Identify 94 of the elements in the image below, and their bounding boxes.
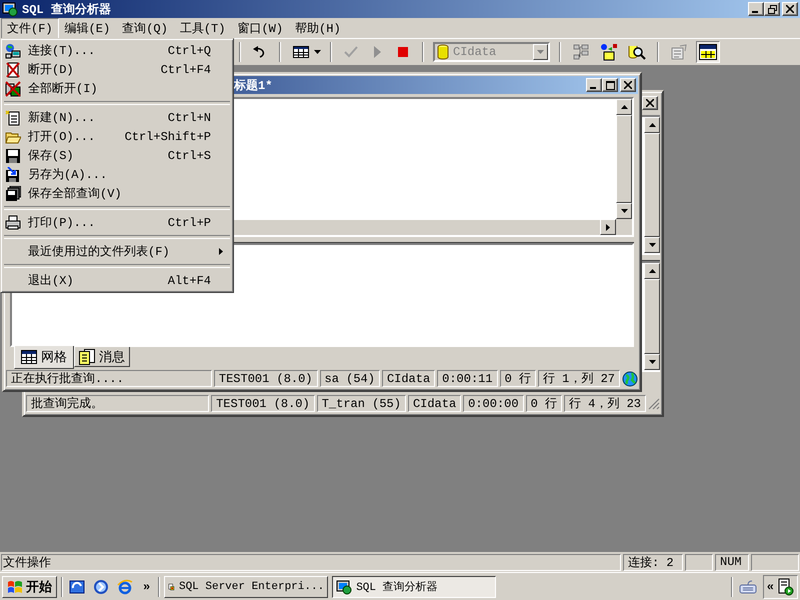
up-arrow-icon [648,123,656,127]
notes-icon [79,348,95,364]
menu-item[interactable]: 工具(T) [174,18,232,38]
status-field: 0 行 [526,395,562,412]
desktop-icon[interactable] [69,578,85,594]
close-icon [624,81,632,89]
menu-item[interactable]: 编辑(E) [58,18,116,38]
status-pane [685,554,713,570]
menu-item[interactable]: 连接(T)... Ctrl+Q [3,41,231,60]
search-icon[interactable] [628,43,646,61]
grid-icon[interactable] [292,44,310,60]
menu-item[interactable]: 另存为(A)... [3,165,231,184]
menu-item[interactable]: 保存全部查询(V) [3,184,231,203]
restore-button[interactable] [764,2,780,16]
menu-item[interactable]: 打开(O)... Ctrl+Shift+P [3,127,231,146]
caret-icon[interactable] [314,50,321,54]
result-tab[interactable]: 网格 [14,346,74,369]
printer-icon [5,214,21,230]
menu-item[interactable]: 保存(S) Ctrl+S [3,146,231,165]
status-field: sa (54) [320,370,380,387]
close-button[interactable] [782,2,798,16]
tray-toggle-button[interactable]: « [766,580,774,594]
disconnect-icon [5,62,21,78]
vertical-scrollbar[interactable] [616,99,632,219]
right-arrow-icon [606,224,610,230]
results-pane-toggle[interactable] [696,41,720,63]
globe-icon [622,370,638,386]
submenu-arrow-icon [219,248,223,255]
vertical-scrollbar[interactable] [644,263,660,370]
stop-icon[interactable] [395,44,411,60]
menu-item[interactable]: 最近使用过的文件列表(F) [3,242,231,261]
window-title: 标题1* [234,78,272,94]
minimize-button[interactable] [586,78,602,92]
restore-icon [768,4,776,14]
taskbar-button[interactable]: SQL 查询分析器 [332,576,496,598]
start-button[interactable]: 开始 [2,576,57,598]
down-arrow-icon [648,360,656,364]
down-arrow-icon [620,209,628,213]
status-field: 行 4，列 23 [564,395,646,412]
maximize-icon [606,80,614,90]
connection-count: 连接: 2 [623,554,683,570]
status-field: 0 行 [500,370,536,387]
menu-item[interactable]: 帮助(H) [289,18,347,38]
vertical-scrollbar[interactable] [644,117,660,253]
flag-icon [7,578,23,594]
close-button[interactable] [620,78,636,92]
menu-item[interactable]: 窗口(W) [231,18,290,38]
status-message: 文件操作 [1,554,621,570]
status-pane [751,554,799,570]
maximize-button[interactable] [602,78,618,92]
caret-icon [537,50,544,54]
computers-icon [5,42,21,58]
check-icon[interactable] [343,44,359,60]
new-document-icon [5,110,21,126]
tree-icon[interactable] [572,43,590,61]
more-button[interactable]: » [139,580,154,594]
taskbar-button[interactable]: SQL Server Enterpri... [164,576,328,598]
disconnect-all-icon [5,80,21,96]
database-icon [437,44,449,60]
status-message: 批查询完成。 [26,395,210,412]
minimize-button[interactable] [748,2,764,16]
status-field: 0:00:11 [437,370,498,387]
app-icon [336,578,352,594]
result-tab[interactable]: 消息 [74,347,130,367]
menu-item[interactable]: 退出(X) Alt+F4 [3,271,231,290]
status-message: 正在执行批查询.... [6,370,212,387]
refresh-icon[interactable] [93,578,109,594]
up-arrow-icon [648,269,656,273]
status-field: CIdata [382,370,436,387]
up-arrow-icon [620,105,628,109]
objects-box-icon[interactable] [600,43,618,61]
status-field: TEST001 (8.0) [214,370,318,387]
status-field: 行 1，列 27 [538,370,620,387]
table-icon [699,44,717,60]
browser-icon[interactable] [117,578,133,594]
app-icon [2,1,18,17]
down-arrow-icon [648,243,656,247]
menu-item[interactable]: 打印(P)... Ctrl+P [3,213,231,232]
window-title: SQL 查询分析器 [22,2,112,18]
resize-grip-icon[interactable] [648,398,660,410]
keyboard-icon[interactable] [738,578,757,594]
status-field: TEST001 (8.0) [211,395,315,412]
floppy-disks-icon [5,186,21,202]
menu-item[interactable]: 查询(Q) [116,18,174,38]
status-field: CIdata [408,395,462,412]
menu-item[interactable]: 断开(D) Ctrl+F4 [3,60,231,79]
grid-icon [21,350,37,364]
status-field: 0:00:00 [463,395,524,412]
menu-item[interactable]: 新建(N)... Ctrl+N [3,108,231,127]
close-icon [646,99,654,107]
num-lock-indicator: NUM [715,554,749,570]
close-icon [786,5,794,13]
menu-item[interactable]: 全部断开(I) [3,79,231,98]
status-field: T_tran (55) [316,395,406,412]
